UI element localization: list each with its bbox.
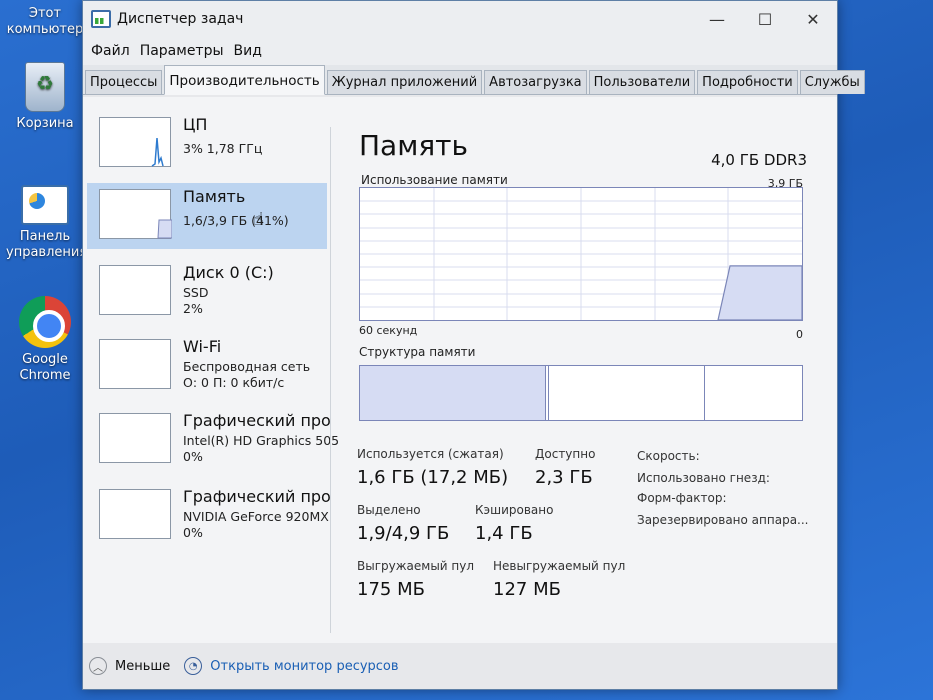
minimize-button[interactable]: — — [693, 1, 741, 37]
title-bar[interactable]: Диспетчер задач — ☐ ✕ — [83, 1, 837, 37]
page-title: Память — [359, 129, 468, 162]
desktop-icon-label: Google Chrome — [19, 352, 71, 383]
memory-structure-bar — [359, 365, 803, 421]
resource-title: Wi-Fi — [183, 337, 222, 356]
resource-subtitle: 3% 1,78 ГГц — [183, 141, 263, 156]
close-button[interactable]: ✕ — [789, 1, 837, 37]
resource-subtitle: Intel(R) HD Graphics 505 — [183, 433, 340, 448]
committed-value: 1,9/4,9 ГБ — [357, 523, 450, 544]
resource-list: ЦП 3% 1,78 ГГц Память 1,6/3,9 ГБ (41%) ☝… — [83, 111, 339, 643]
resource-title: Графический про — [183, 411, 331, 430]
disk-thumbnail-graph — [99, 265, 171, 315]
paged-pool-label: Выгружаемый пул — [357, 559, 475, 573]
form-factor-label: Форм-фактор: — [637, 491, 727, 505]
resource-subtitle: SSD — [183, 285, 209, 300]
window-title: Диспетчер задач — [117, 11, 244, 27]
resource-subtitle: Беспроводная сеть — [183, 359, 311, 374]
resource-item-gpu-1[interactable]: Графический про NVIDIA GeForce 920MX 0% — [87, 483, 331, 549]
committed-label: Выделено — [357, 503, 421, 517]
resource-item-wifi[interactable]: Wi-Fi Беспроводная сеть О: 0 П: 0 кбит/с — [87, 333, 327, 399]
tab-performance[interactable]: Производительность — [164, 65, 325, 95]
desktop-icon-label: Корзина — [16, 116, 74, 131]
task-manager-window: Диспетчер задач — ☐ ✕ Файл Параметры Вид… — [82, 0, 865, 690]
desktop-icon-chrome[interactable]: Google Chrome — [6, 296, 84, 384]
gpu-thumbnail-graph — [99, 489, 171, 539]
tab-bar: Процессы Производительность Журнал прило… — [83, 65, 865, 95]
desktop-icon-this-pc[interactable]: Этот компьютер — [6, 6, 84, 38]
wifi-thumbnail-graph — [99, 339, 171, 389]
resource-item-memory[interactable]: Память 1,6/3,9 ГБ (41%) ☝ — [87, 183, 327, 249]
tab-processes[interactable]: Процессы — [85, 70, 163, 94]
in-use-value: 1,6 ГБ (17,2 МБ) — [357, 467, 509, 488]
cpu-thumbnail-graph — [99, 117, 171, 167]
hardware-reserved-label: Зарезервировано аппара... — [637, 513, 809, 527]
menu-bar: Файл Параметры Вид — [83, 37, 837, 65]
tab-services[interactable]: Службы — [799, 70, 865, 94]
tab-details[interactable]: Подробности — [697, 70, 798, 94]
resource-title: ЦП — [183, 115, 208, 134]
resource-title: Диск 0 (C:) — [183, 263, 274, 282]
memory-thumbnail-graph — [99, 189, 173, 239]
available-label: Доступно — [535, 447, 596, 461]
available-value: 2,3 ГБ — [535, 467, 593, 488]
resource-subtitle: 2% — [183, 301, 203, 316]
memory-usage-graph — [359, 187, 803, 321]
gpu-thumbnail-graph — [99, 413, 171, 463]
resource-subtitle: 0% — [183, 449, 203, 464]
structure-label: Структура памяти — [359, 345, 476, 359]
nonpaged-pool-label: Невыгружаемый пул — [493, 559, 626, 573]
resource-subtitle: 0% — [183, 525, 203, 540]
cached-label: Кэшировано — [475, 503, 554, 517]
menu-options[interactable]: Параметры — [138, 43, 232, 59]
in-use-label: Используется (сжатая) — [357, 447, 504, 461]
window-controls: — ☐ ✕ — [693, 1, 837, 37]
desktop-icon-label: Панель управления — [6, 229, 88, 260]
nonpaged-pool-value: 127 МБ — [493, 579, 561, 600]
tab-startup[interactable]: Автозагрузка — [484, 70, 587, 94]
slots-used-label: Использовано гнезд: — [637, 471, 770, 485]
zero-axis-label: 0 — [796, 328, 803, 341]
resource-item-disk[interactable]: Диск 0 (C:) SSD 2% — [87, 259, 327, 325]
resource-title: Графический про — [183, 487, 331, 506]
maximize-button[interactable]: ☐ — [741, 1, 789, 37]
memory-type: 4,0 ГБ DDR3 — [711, 151, 807, 169]
resource-item-cpu[interactable]: ЦП 3% 1,78 ГГц — [87, 111, 327, 177]
control-panel-icon — [21, 185, 69, 225]
footer-bar: ︿ Меньше ◔ Открыть монитор ресурсов — [83, 643, 837, 689]
speed-label: Скорость: — [637, 449, 700, 463]
time-axis-label: 60 секунд — [359, 324, 418, 337]
desktop-icon-recycle-bin[interactable]: Корзина — [6, 62, 84, 132]
resource-monitor-icon[interactable]: ◔ — [184, 657, 203, 675]
memory-usage-area — [717, 265, 803, 321]
chrome-icon — [19, 296, 71, 348]
resource-item-gpu-0[interactable]: Графический про Intel(R) HD Graphics 505… — [87, 407, 339, 473]
resource-subtitle: NVIDIA GeForce 920MX — [183, 509, 329, 524]
tab-app-history[interactable]: Журнал приложений — [326, 70, 483, 94]
open-resource-monitor-link[interactable]: Открыть монитор ресурсов — [210, 659, 398, 674]
task-manager-icon — [91, 10, 111, 28]
resource-subtitle: О: 0 П: 0 кбит/с — [183, 375, 285, 390]
pane-divider[interactable] — [330, 127, 331, 633]
desktop-icon-control-panel[interactable]: Панель управления — [6, 185, 88, 261]
resource-title: Память — [183, 187, 246, 206]
memory-details: Память 4,0 ГБ DDR3 Использование памяти … — [347, 111, 813, 643]
chevron-up-icon[interactable]: ︿ — [89, 657, 107, 675]
segment-divider — [548, 366, 549, 420]
menu-file[interactable]: Файл — [89, 43, 138, 59]
fewer-details-link[interactable]: Меньше — [115, 659, 170, 674]
desktop-icon-label: Этот компьютер — [6, 6, 84, 37]
tab-users[interactable]: Пользователи — [588, 70, 696, 94]
menu-view[interactable]: Вид — [232, 43, 270, 59]
performance-panel: ЦП 3% 1,78 ГГц Память 1,6/3,9 ГБ (41%) ☝… — [83, 97, 837, 643]
paged-pool-value: 175 МБ — [357, 579, 425, 600]
segment-divider — [704, 366, 705, 420]
usage-graph-label: Использование памяти — [361, 173, 508, 187]
in-use-segment — [360, 366, 546, 420]
cached-value: 1,4 ГБ — [475, 523, 533, 544]
resource-subtitle: 1,6/3,9 ГБ (41%) — [183, 213, 289, 228]
mouse-pointer-icon: ☝ — [253, 209, 264, 230]
recycle-bin-icon — [25, 62, 65, 112]
